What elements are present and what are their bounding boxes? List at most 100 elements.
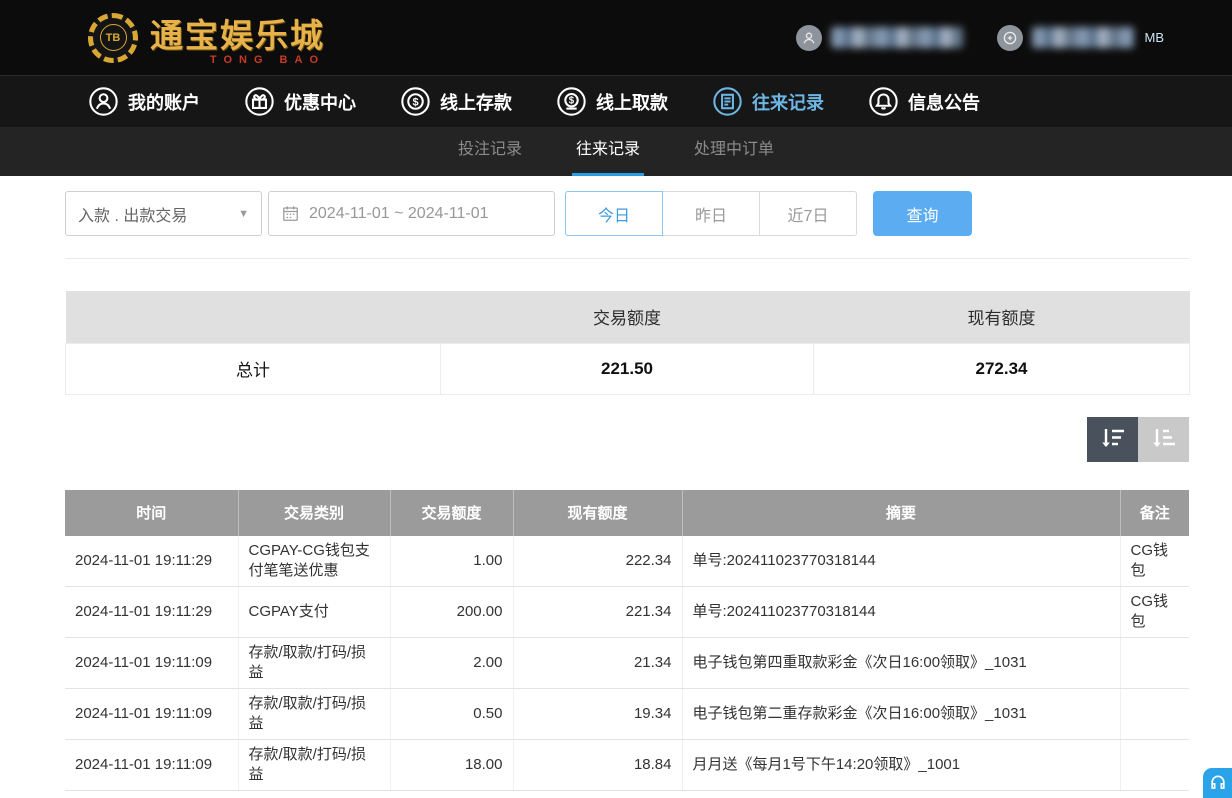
cell-note: CG钱包 <box>1120 536 1189 587</box>
top-header: TB 通宝娱乐城 TONG BAO MB <box>0 0 1232 75</box>
user-icon <box>88 86 119 117</box>
cell-time: 2024-11-01 19:11:29 <box>65 536 238 587</box>
sort-descending-button[interactable] <box>1087 417 1138 462</box>
cell-time: 2024-11-01 19:11:09 <box>65 688 238 739</box>
cell-note <box>1120 739 1189 790</box>
col-type: 交易类别 <box>238 490 390 536</box>
nav-item-my-account[interactable]: 我的账户 <box>88 86 200 117</box>
cell-summary: 月月送《每月1号下午14:20领取》_1001 <box>682 739 1120 790</box>
search-button[interactable]: 查询 <box>873 191 972 236</box>
username-redacted <box>831 27 963 48</box>
sort-descending-icon <box>1099 426 1127 452</box>
sort-ascending-icon <box>1150 426 1178 452</box>
last7days-button[interactable]: 近7日 <box>759 191 857 236</box>
records-table: 时间 交易类别 交易额度 现有额度 摘要 备注 2024-11-01 19:11… <box>65 490 1189 791</box>
cell-summary: 单号:202411023770318144 <box>682 536 1120 587</box>
content: 入款 . 出款交易 ▼ 2024-11-01 ~ 2024-11-01 今日 昨… <box>0 176 1232 791</box>
divider <box>65 258 1189 259</box>
table-row: 2024-11-01 19:11:09 存款/取款/打码/损益 0.50 19.… <box>65 688 1189 739</box>
summary-header-transaction: 交易额度 <box>441 291 814 343</box>
records-header-row: 时间 交易类别 交易额度 现有额度 摘要 备注 <box>65 490 1189 536</box>
cell-amount: 200.00 <box>390 586 513 637</box>
summary-table: 交易额度 现有额度 总计 221.50 272.34 <box>65 291 1190 395</box>
col-amount: 交易额度 <box>390 490 513 536</box>
main-nav: 我的账户 优惠中心 $ 线上存款 $ 线上取款 往来记录 信息公告 <box>0 75 1232 127</box>
cell-balance: 19.34 <box>513 688 682 739</box>
summary-balance-value: 272.34 <box>814 343 1190 394</box>
col-time: 时间 <box>65 490 238 536</box>
poker-chip-icon: TB <box>88 13 138 63</box>
cell-note <box>1120 688 1189 739</box>
nav-item-withdraw[interactable]: $ 线上取款 <box>556 86 668 117</box>
cell-summary: 单号:202411023770318144 <box>682 586 1120 637</box>
table-row: 2024-11-01 19:11:09 存款/取款/打码/损益 2.00 21.… <box>65 637 1189 688</box>
col-balance: 现有额度 <box>513 490 682 536</box>
date-range-input[interactable]: 2024-11-01 ~ 2024-11-01 <box>268 191 555 236</box>
balance-group[interactable]: MB <box>997 25 1165 51</box>
brand-subtitle: TONG BAO <box>210 54 325 66</box>
cell-summary: 电子钱包第四重取款彩金《次日16:00领取》_1031 <box>682 637 1120 688</box>
tab-transaction-records[interactable]: 往来记录 <box>572 127 644 176</box>
cell-time: 2024-11-01 19:11:09 <box>65 739 238 790</box>
cell-type: 存款/取款/打码/损益 <box>238 637 390 688</box>
cell-type: 存款/取款/打码/损益 <box>238 739 390 790</box>
nav-item-records[interactable]: 往来记录 <box>712 86 824 117</box>
summary-total-label: 总计 <box>66 343 441 394</box>
summary-total-row: 总计 221.50 272.34 <box>66 343 1190 394</box>
cell-summary: 电子钱包第二重存款彩金《次日16:00领取》_1031 <box>682 688 1120 739</box>
bell-icon <box>868 86 899 117</box>
nav-item-announcements[interactable]: 信息公告 <box>868 86 980 117</box>
chip-label: TB <box>100 24 127 51</box>
table-row: 2024-11-01 19:11:29 CGPAY支付 200.00 221.3… <box>65 586 1189 637</box>
user-avatar-icon <box>796 25 822 51</box>
calendar-icon <box>281 204 300 223</box>
cell-time: 2024-11-01 19:11:29 <box>65 586 238 637</box>
cell-balance: 222.34 <box>513 536 682 587</box>
gift-icon <box>244 86 275 117</box>
cell-type: 存款/取款/打码/损益 <box>238 688 390 739</box>
filter-row: 入款 . 出款交易 ▼ 2024-11-01 ~ 2024-11-01 今日 昨… <box>65 191 1189 236</box>
balance-redacted <box>1032 27 1134 48</box>
cell-amount: 0.50 <box>390 688 513 739</box>
summary-header-empty <box>66 291 441 343</box>
cell-balance: 221.34 <box>513 586 682 637</box>
currency-suffix: MB <box>1145 30 1165 45</box>
nav-item-deposit[interactable]: $ 线上存款 <box>400 86 512 117</box>
cell-type: CGPAY-CG钱包支付笔笔送优惠 <box>238 536 390 587</box>
table-row: 2024-11-01 19:11:29 CGPAY-CG钱包支付笔笔送优惠 1.… <box>65 536 1189 587</box>
nav-item-promotions[interactable]: 优惠中心 <box>244 86 356 117</box>
user-area: MB <box>796 25 1165 51</box>
transaction-type-select[interactable]: 入款 . 出款交易 ▼ <box>65 191 262 236</box>
wallet-avatar-icon <box>997 25 1023 51</box>
cell-note <box>1120 637 1189 688</box>
col-summary: 摘要 <box>682 490 1120 536</box>
cell-time: 2024-11-01 19:11:09 <box>65 637 238 688</box>
table-row: 2024-11-01 19:11:09 存款/取款/打码/损益 18.00 18… <box>65 739 1189 790</box>
chevron-down-icon: ▼ <box>238 208 249 220</box>
summary-header-balance: 现有额度 <box>814 291 1190 343</box>
headset-icon <box>1208 773 1228 793</box>
yesterday-button[interactable]: 昨日 <box>662 191 760 236</box>
svg-text:$: $ <box>569 96 575 107</box>
sort-ascending-button[interactable] <box>1138 417 1189 462</box>
today-button[interactable]: 今日 <box>565 191 663 236</box>
cell-balance: 18.84 <box>513 739 682 790</box>
sort-controls <box>65 417 1189 462</box>
brand-logo[interactable]: TB 通宝娱乐城 TONG BAO <box>88 9 325 66</box>
customer-service-button[interactable] <box>1203 768 1232 798</box>
records-subnav: 投注记录 往来记录 处理中订单 <box>0 127 1232 176</box>
withdraw-coin-icon: $ <box>556 86 587 117</box>
cell-balance: 21.34 <box>513 637 682 688</box>
deposit-coin-icon: $ <box>400 86 431 117</box>
cell-amount: 2.00 <box>390 637 513 688</box>
records-icon <box>712 86 743 117</box>
summary-transaction-value: 221.50 <box>441 343 814 394</box>
username-group[interactable] <box>796 25 963 51</box>
cell-amount: 18.00 <box>390 739 513 790</box>
tab-processing-orders[interactable]: 处理中订单 <box>690 127 778 176</box>
col-note: 备注 <box>1120 490 1189 536</box>
tab-betting-records[interactable]: 投注记录 <box>454 127 526 176</box>
quick-date-buttons: 今日 昨日 近7日 <box>565 191 857 236</box>
cell-type: CGPAY支付 <box>238 586 390 637</box>
cell-amount: 1.00 <box>390 536 513 587</box>
